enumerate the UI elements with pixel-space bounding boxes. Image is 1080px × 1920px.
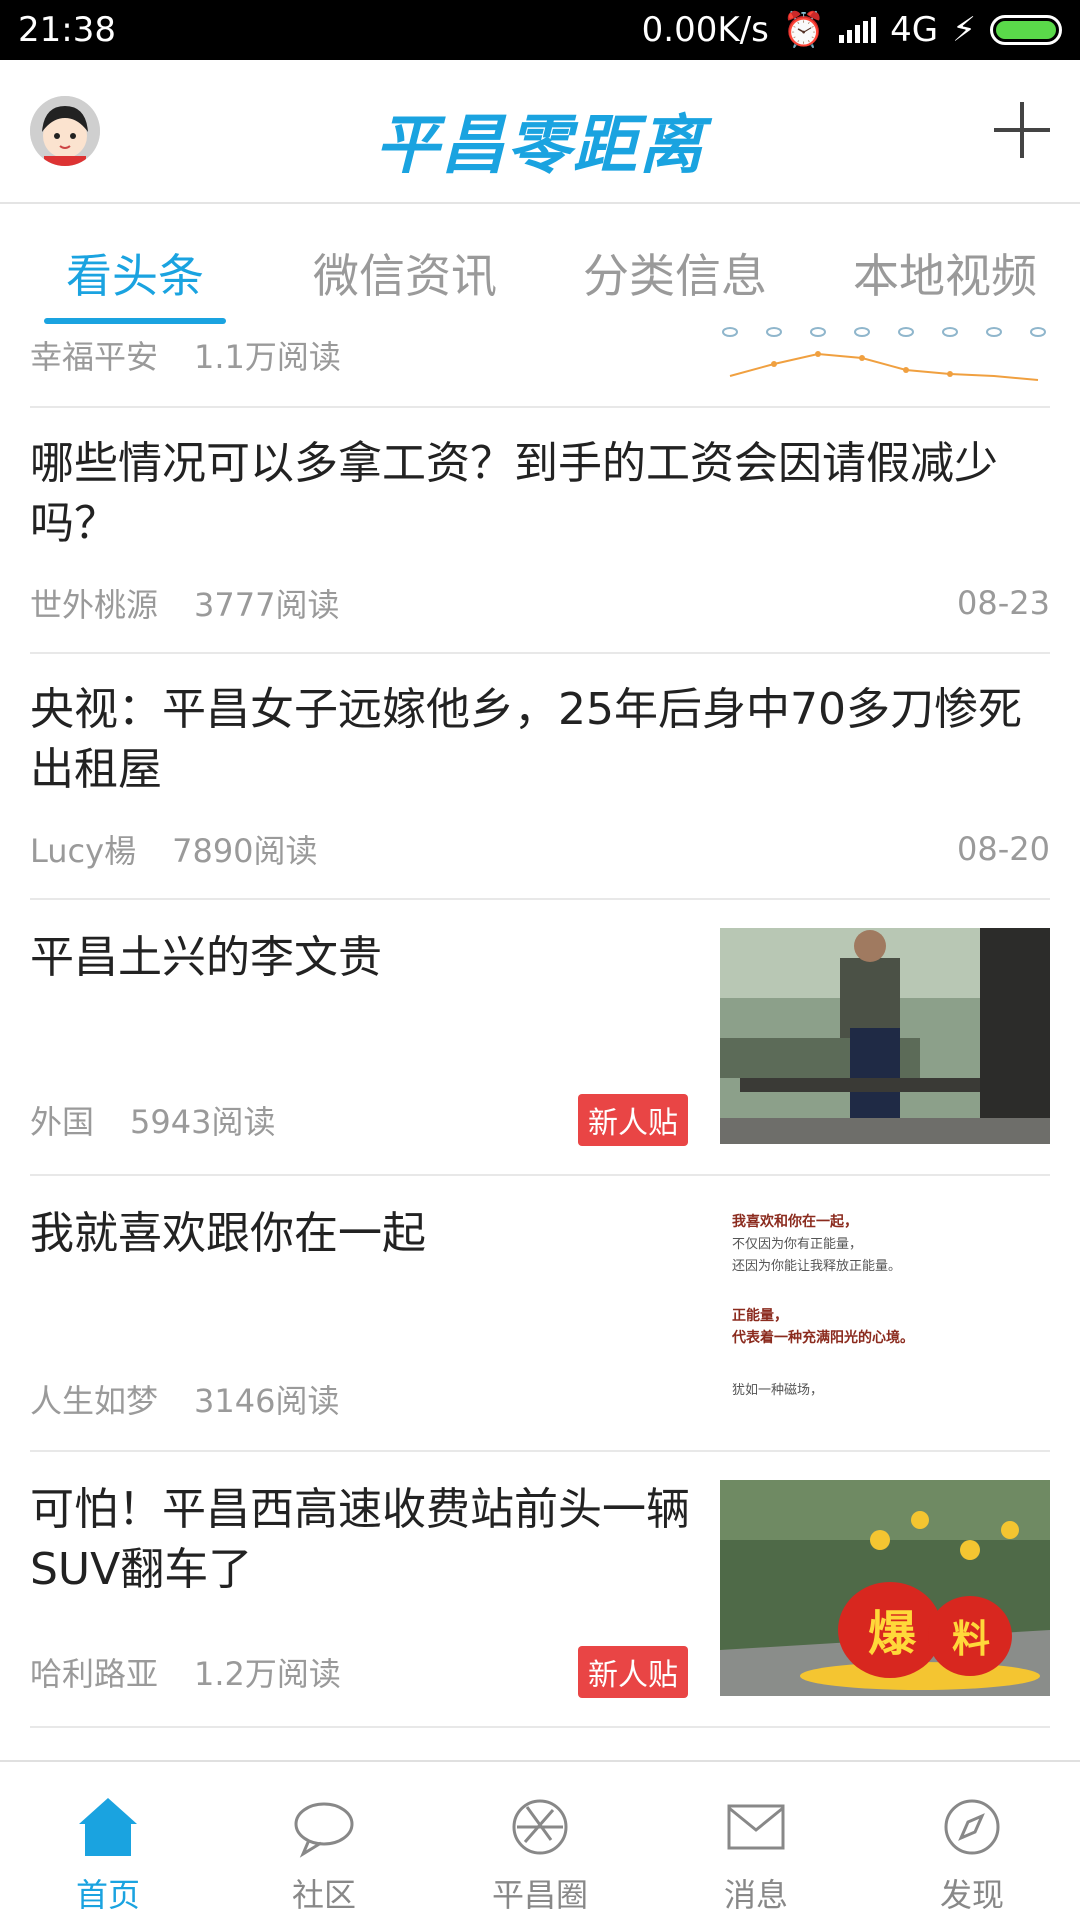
list-item[interactable]: 我就喜欢跟你在一起 人生如梦 3146阅读 我喜欢和你在一起， 不仅因为你有正能… [30,1176,1050,1452]
svg-text:料: 料 [952,1617,990,1661]
new-user-badge: 新人贴 [578,1646,688,1698]
clock: 21:38 [18,10,116,50]
tab-headlines[interactable]: 看头条 [0,206,270,324]
article-title: 哪些情况可以多拿工资？到手的工资会因请假减少吗？ [30,438,998,549]
nav-discover[interactable]: 发现 [864,1762,1080,1920]
alarm-icon: ⏰ [782,10,826,50]
nav-label: 首页 [75,1876,140,1914]
list-item[interactable]: 平昌土兴的李文贵 外国 5943阅读 新人贴 [30,900,1050,1176]
compass-icon [944,1799,1000,1855]
author: 世外桃源 [30,586,159,624]
svg-text:不仅因为你有正能量，: 不仅因为你有正能量， [732,1237,862,1252]
list-item[interactable]: 可怕！平昌西高速收费站前头一辆SUV翻车了 哈利路亚 1.2万阅读 新人贴 爆 … [30,1452,1050,1728]
news-feed: 幸福平安 1.1万阅读 哪些情况可以多拿工资？到手的工资会因请假减少吗？ 世外桃… [0,324,1080,1760]
svg-text:我喜欢和你在一起，: 我喜欢和你在一起， [732,1213,858,1230]
nav-community[interactable]: 社区 [216,1762,432,1920]
nav-label: 发现 [939,1876,1004,1914]
nav-label: 社区 [291,1876,356,1914]
add-icon[interactable] [994,102,1050,158]
charging-icon: ⚡ [952,10,976,50]
bottom-navigation: 首页 社区 平昌圈 消息 发现 [0,1760,1080,1920]
list-item[interactable]: 幸福平安 1.1万阅读 [30,324,1050,408]
aperture-icon [512,1799,568,1855]
app-logo: 平昌零距离 [375,109,705,183]
chat-bubble-icon [294,1802,354,1858]
read-count: 1.1万阅读 [194,338,341,376]
network-type: 4G [890,10,939,50]
article-thumbnail [720,928,1050,1144]
home-icon [79,1798,137,1856]
envelope-icon [727,1804,785,1850]
tab-classifieds[interactable]: 分类信息 [540,206,810,324]
list-item[interactable]: 央视：平昌女子远嫁他乡，25年后身中70多刀惨死出租屋 Lucy楊 7890阅读… [30,654,1050,900]
nav-pingchang-circle[interactable]: 平昌圈 [432,1762,648,1920]
svg-text:代表着一种充满阳光的心境。: 代表着一种充满阳光的心境。 [731,1329,914,1346]
list-item[interactable]: 哪些情况可以多拿工资？到手的工资会因请假减少吗？ 世外桃源 3777阅读 08-… [30,408,1050,654]
battery-icon [990,15,1062,45]
new-user-badge: 新人贴 [578,1094,688,1146]
svg-text:犹如一种磁场，: 犹如一种磁场， [732,1382,823,1398]
article-thumbnail: 爆 料 [720,1480,1050,1696]
read-count: 3146阅读 [194,1382,340,1420]
nav-messages[interactable]: 消息 [648,1762,864,1920]
read-count: 1.2万阅读 [194,1655,341,1693]
post-date: 08-23 [957,584,1050,622]
author: 外国 [30,1103,95,1141]
weather-chart-thumbnail [722,327,1046,381]
network-speed: 0.00K/s [641,10,769,50]
post-date: 08-20 [957,830,1050,868]
article-title: 可怕！平昌西高速收费站前头一辆SUV翻车了 [30,1484,690,1595]
status-bar: 21:38 0.00K/s ⏰ 4G ⚡ [0,0,1080,60]
article-title: 央视：平昌女子远嫁他乡，25年后身中70多刀惨死出租屋 [30,684,1022,795]
svg-text:还因为你能让我释放正能量。: 还因为你能让我释放正能量。 [732,1259,901,1274]
tab-local-video[interactable]: 本地视频 [810,206,1080,324]
author: 哈利路亚 [30,1655,159,1693]
nav-label: 消息 [723,1876,788,1914]
tab-wechat-news[interactable]: 微信资讯 [270,206,540,324]
signal-icon [839,17,877,43]
read-count: 3777阅读 [194,586,340,624]
svg-text:爆: 爆 [868,1606,917,1662]
read-count: 7890阅读 [172,832,318,870]
app-header: 平昌零距离 [0,60,1080,204]
nav-home[interactable]: 首页 [0,1762,216,1920]
author: 幸福平安 [30,338,159,376]
svg-text:正能量，: 正能量， [732,1307,788,1324]
nav-label: 平昌圈 [491,1876,588,1914]
author: Lucy楊 [30,832,137,870]
article-title: 我就喜欢跟你在一起 [30,1208,426,1259]
read-count: 5943阅读 [130,1103,276,1141]
article-title: 平昌土兴的李文贵 [30,932,382,983]
article-thumbnail: 我喜欢和你在一起， 不仅因为你有正能量， 还因为你能让我释放正能量。 正能量， … [720,1204,1050,1420]
author: 人生如梦 [30,1382,159,1420]
category-tabs: 看头条 微信资讯 分类信息 本地视频 [0,206,1080,324]
